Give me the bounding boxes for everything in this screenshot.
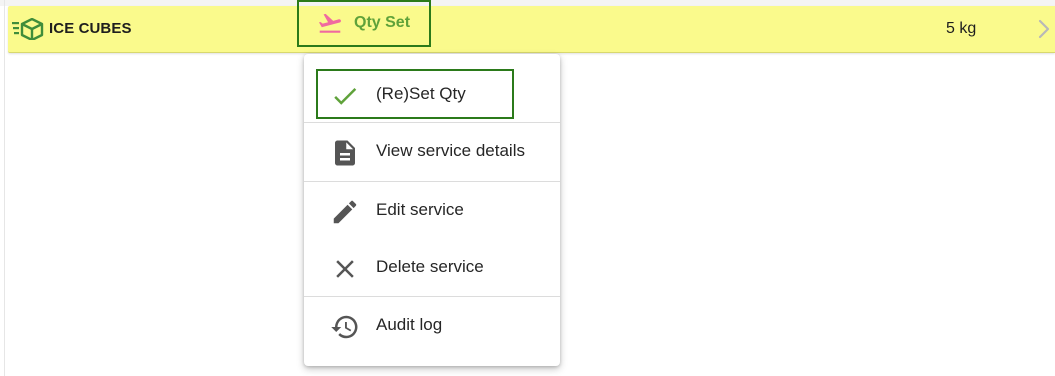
status-chip[interactable]: Qty Set [297,0,431,47]
highlight-box [316,69,514,119]
quantity-value: 5 kg [946,20,977,37]
context-menu: (Re)Set Qty View service details Edit se… [304,54,560,366]
menu-divider [304,296,560,297]
document-icon [335,140,355,166]
menu-divider [304,181,560,182]
history-icon [331,315,358,339]
menu-item-audit-log[interactable]: Audit log [304,299,560,351]
menu-divider [304,122,560,123]
page: ICE CUBES Qty Set 5 kg (Re)Set Qty View … [0,0,1055,376]
menu-item-label: View service details [376,141,525,160]
item-name: ICE CUBES [49,20,132,37]
menu-item-view-service-details[interactable]: View service details [304,125,560,177]
service-row[interactable]: ICE CUBES Qty Set 5 kg [8,0,1055,53]
menu-item-label: Delete service [376,257,484,276]
chevron-right-icon[interactable] [1036,16,1054,42]
menu-item-label: Edit service [376,200,464,219]
close-icon [336,260,354,278]
menu-item-edit-service[interactable]: Edit service [304,184,560,236]
pencil-icon [333,200,357,224]
menu-item-label: Audit log [376,315,443,334]
menu-item-delete-service[interactable]: Delete service [304,241,560,293]
flight-takeoff-icon [318,13,341,33]
package-list-icon [12,18,44,40]
status-label: Qty Set [354,14,411,31]
left-border [4,0,5,376]
